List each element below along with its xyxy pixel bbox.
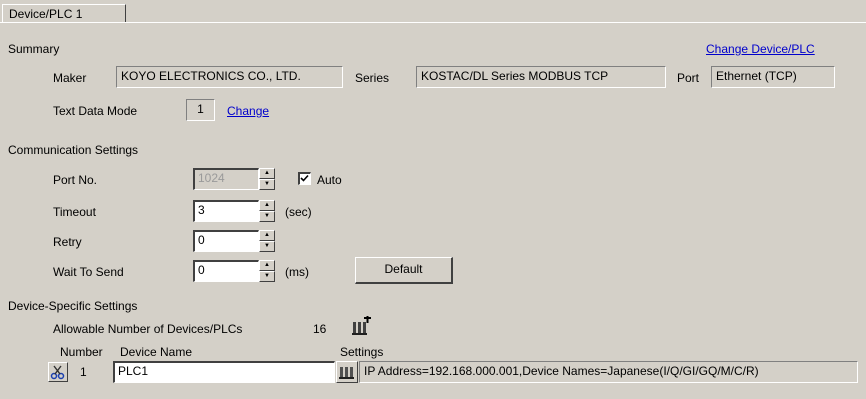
tab-label: Device/PLC 1 [9,7,83,21]
port-no-input[interactable]: 1024 [193,168,259,190]
spin-down-icon[interactable]: ▼ [259,271,275,282]
allowable-devices-value: 16 [313,322,327,336]
spin-up-icon[interactable]: ▲ [259,168,275,179]
device-settings-summary: IP Address=192.168.000.001,Device Names=… [359,361,858,383]
maker-value: KOYO ELECTRONICS CO., LTD. [116,66,343,88]
spin-down-icon[interactable]: ▼ [259,241,275,252]
checkmark-icon [300,174,309,182]
device-row-number: 1 [80,365,87,379]
tab-bar: Device/PLC 1 [0,0,866,22]
column-header-number: Number [60,345,103,359]
column-header-settings: Settings [340,345,384,359]
change-device-link[interactable]: Change Device/PLC [706,42,815,56]
series-label: Series [355,71,390,85]
summary-heading: Summary [8,42,60,56]
spin-up-icon[interactable]: ▲ [259,230,275,241]
device-name-input[interactable]: PLC1 [113,361,335,383]
spin-down-icon[interactable]: ▼ [259,179,275,190]
spin-up-icon[interactable]: ▲ [259,260,275,271]
port-label: Port [677,71,700,85]
communication-settings-heading: Communication Settings [8,143,139,157]
wait-to-send-label: Wait To Send [53,265,124,279]
wait-to-send-spinner[interactable]: ▲ ▼ [259,260,275,282]
port-no-label: Port No. [53,173,98,187]
auto-label: Auto [317,173,342,187]
spin-down-icon[interactable]: ▼ [259,211,275,222]
default-button[interactable]: Default [355,257,453,284]
maker-label: Maker [53,71,87,85]
timeout-input[interactable]: 3 [193,200,259,222]
allowable-devices-label: Allowable Number of Devices/PLCs [53,322,243,336]
port-value: Ethernet (TCP) [711,66,835,88]
column-header-device-name: Device Name [120,345,193,359]
scissors-icon[interactable] [48,362,68,382]
text-data-mode-change-link[interactable]: Change [227,104,269,118]
text-data-mode-value: 1 [186,99,215,121]
retry-input[interactable]: 0 [193,230,259,252]
spin-up-icon[interactable]: ▲ [259,200,275,211]
settings-panel: Summary Change Device/PLC Maker KOYO ELE… [0,22,866,399]
tab-device-plc-1[interactable]: Device/PLC 1 [2,4,126,22]
device-specific-settings-heading: Device-Specific Settings [8,299,138,313]
wait-to-send-input[interactable]: 0 [193,260,259,282]
device-settings-icon[interactable] [336,361,358,383]
add-device-icon[interactable] [350,316,372,338]
timeout-unit: (sec) [285,205,312,219]
port-no-spinner[interactable]: ▲ ▼ [259,168,275,190]
series-value: KOSTAC/DL Series MODBUS TCP [416,66,666,88]
timeout-label: Timeout [53,205,96,219]
text-data-mode-label: Text Data Mode [53,104,138,118]
retry-label: Retry [53,235,82,249]
retry-spinner[interactable]: ▲ ▼ [259,230,275,252]
auto-checkbox[interactable] [298,172,311,185]
timeout-spinner[interactable]: ▲ ▼ [259,200,275,222]
wait-to-send-unit: (ms) [285,265,309,279]
